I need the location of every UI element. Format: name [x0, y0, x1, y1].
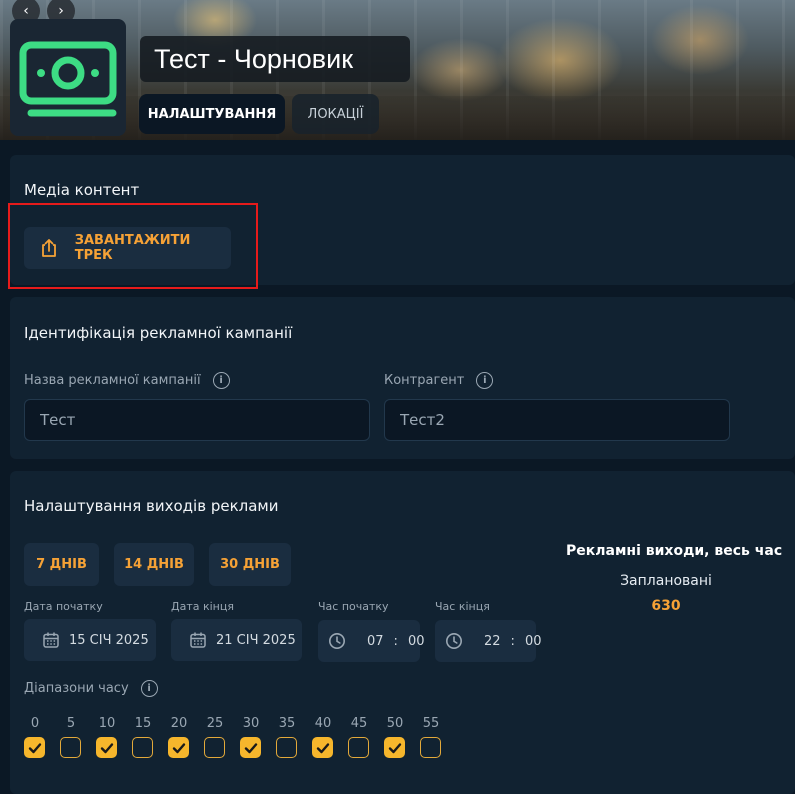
- start-date-label: Дата початку: [24, 600, 103, 613]
- media-section-title: Медіа контент: [24, 181, 140, 199]
- preset-14-days-button[interactable]: 14 ДНІВ: [114, 543, 194, 586]
- time-slot: 25: [204, 716, 226, 758]
- calendar-icon: [42, 631, 60, 649]
- time-slot: 35: [276, 716, 298, 758]
- time-slot-minute-label: 20: [170, 716, 188, 731]
- time-slot-checkbox[interactable]: [132, 737, 153, 758]
- time-slot: 5: [60, 716, 82, 758]
- money-bill-icon: [19, 41, 117, 116]
- start-time-label: Час початку: [318, 600, 389, 613]
- time-slot: 50: [384, 716, 406, 758]
- start-time-picker[interactable]: 07 : 00: [318, 620, 424, 662]
- info-icon[interactable]: i: [140, 680, 158, 697]
- clock-icon: [445, 632, 463, 650]
- time-slot-minute-label: 55: [422, 716, 440, 731]
- checkmark-icon: [388, 742, 401, 753]
- time-slot-minute-label: 35: [278, 716, 296, 731]
- counterparty-input[interactable]: [384, 399, 730, 441]
- time-slot: 45: [348, 716, 370, 758]
- checkmark-icon: [244, 742, 257, 753]
- start-time-minutes[interactable]: 00: [408, 634, 425, 649]
- time-slot-minute-label: 45: [350, 716, 368, 731]
- time-slot-checkbox[interactable]: [276, 737, 297, 758]
- campaign-name-input[interactable]: [24, 399, 370, 441]
- checkmark-icon: [316, 742, 329, 753]
- campaign-name-label: Назва рекламної кампанії i: [24, 372, 230, 389]
- stats-title: Рекламні виходи, весь час: [566, 543, 783, 559]
- time-slot-minute-label: 50: [386, 716, 404, 731]
- time-slot: 55: [420, 716, 442, 758]
- time-slot-checkbox[interactable]: [420, 737, 441, 758]
- identification-section-title: Ідентифікація рекламної кампанії: [24, 324, 293, 342]
- info-icon[interactable]: i: [212, 372, 230, 389]
- campaign-logo: [10, 19, 126, 136]
- time-slot-checkbox[interactable]: [312, 737, 333, 758]
- time-slot: 40: [312, 716, 334, 758]
- clock-icon: [328, 632, 346, 650]
- time-slot-checkbox[interactable]: [60, 737, 81, 758]
- preset-30-days-button[interactable]: 30 ДНІВ: [209, 543, 291, 586]
- time-slot: 10: [96, 716, 118, 758]
- checkmark-icon: [100, 742, 113, 753]
- end-time-picker[interactable]: 22 : 00: [435, 620, 541, 662]
- page-title: Тест - Чорновик: [140, 36, 410, 82]
- time-slot-checkbox[interactable]: [240, 737, 261, 758]
- time-slot: 20: [168, 716, 190, 758]
- end-date-picker[interactable]: 21 СІЧ 2025: [171, 619, 302, 661]
- calendar-icon: [189, 631, 207, 649]
- outputs-section-title: Налаштування виходів реклами: [24, 497, 279, 515]
- counterparty-label: Контрагент i: [384, 372, 494, 389]
- end-time-hours[interactable]: 22: [484, 634, 501, 649]
- time-slot-minute-label: 10: [98, 716, 116, 731]
- time-slot-minute-label: 40: [314, 716, 332, 731]
- time-slot-minute-label: 5: [66, 716, 76, 731]
- time-slot-minute-label: 30: [242, 716, 260, 731]
- time-slot: 30: [240, 716, 262, 758]
- time-slot: 15: [132, 716, 154, 758]
- end-time-label: Час кінця: [435, 600, 490, 613]
- tab-locations[interactable]: ЛОКАЦІЇ: [292, 94, 379, 134]
- time-slot-checkbox[interactable]: [96, 737, 117, 758]
- time-slot-checkbox[interactable]: [24, 737, 45, 758]
- end-time-minutes[interactable]: 00: [525, 634, 542, 649]
- highlight-frame: [8, 203, 258, 289]
- time-slot-checkbox[interactable]: [348, 737, 369, 758]
- time-slot-checkbox[interactable]: [384, 737, 405, 758]
- time-ranges-label: Діапазони часу i: [24, 680, 158, 697]
- end-date-label: Дата кінця: [171, 600, 234, 613]
- checkmark-icon: [28, 742, 41, 753]
- start-date-value: 15 СІЧ 2025: [69, 632, 149, 648]
- info-icon[interactable]: i: [476, 372, 494, 389]
- tab-settings[interactable]: НАЛАШТУВАННЯ: [139, 94, 285, 134]
- stats-planned-value: 630: [651, 598, 681, 614]
- time-slot-checkbox[interactable]: [168, 737, 189, 758]
- time-slot: 0: [24, 716, 46, 758]
- start-time-hours[interactable]: 07: [367, 634, 384, 649]
- time-slot-minute-label: 0: [30, 716, 40, 731]
- time-slot-minute-label: 25: [206, 716, 224, 731]
- time-slot-minute-label: 15: [134, 716, 152, 731]
- end-date-value: 21 СІЧ 2025: [216, 632, 296, 648]
- time-slot-checkbox[interactable]: [204, 737, 225, 758]
- start-date-picker[interactable]: 15 СІЧ 2025: [24, 619, 156, 661]
- preset-7-days-button[interactable]: 7 ДНІВ: [24, 543, 99, 586]
- checkmark-icon: [172, 742, 185, 753]
- stats-planned-label: Заплановані: [620, 573, 712, 589]
